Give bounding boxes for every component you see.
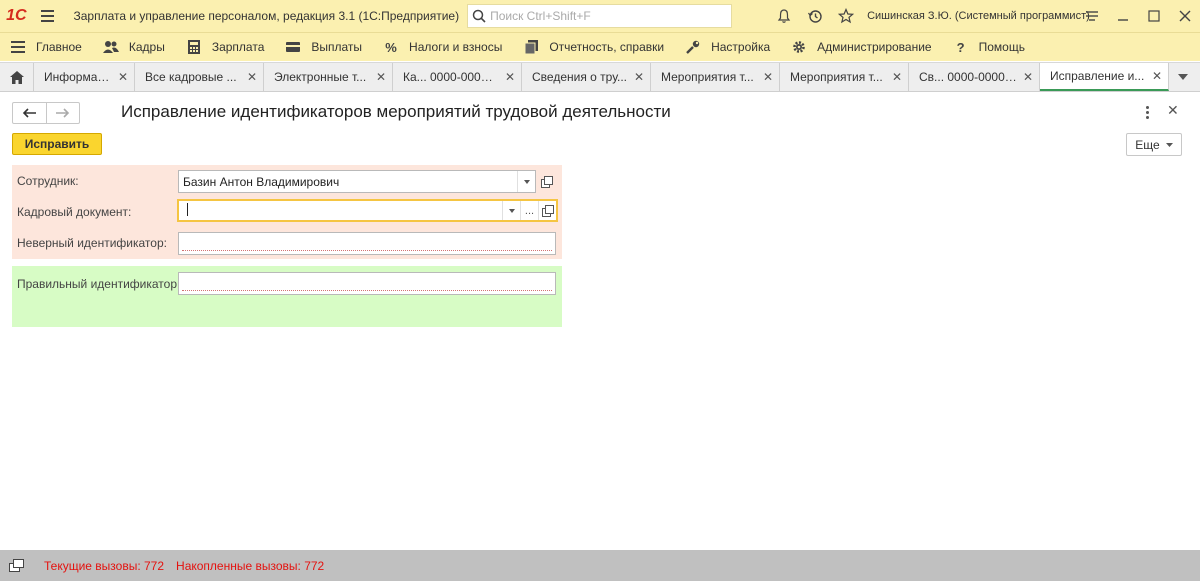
close-form-icon[interactable]: ✕ <box>1167 102 1179 119</box>
title-bar: 1С Зарплата и управление персоналом, ред… <box>0 0 1200 32</box>
more-button[interactable]: Еще <box>1126 133 1182 156</box>
wallet-icon <box>285 39 301 55</box>
tab-window[interactable]: Ка... 0000-000001 ✕ <box>393 63 522 91</box>
gear-icon <box>791 39 807 55</box>
tab-window[interactable]: Мероприятия т... ✕ <box>780 63 909 91</box>
section-label: Настройка <box>711 40 771 54</box>
tab-window-active[interactable]: Исправление и... ✕ <box>1040 63 1169 91</box>
search-input[interactable]: Поиск Ctrl+Shift+F <box>467 4 733 28</box>
tab-window[interactable]: Мероприятия т... ✕ <box>651 63 780 91</box>
hr-document-value <box>179 202 502 219</box>
tab-window[interactable]: Электронные т... ✕ <box>264 63 393 91</box>
close-tab-icon[interactable]: ✕ <box>118 70 128 84</box>
tab-window[interactable]: Сведения о тру... ✕ <box>522 63 651 91</box>
back-arrow-icon[interactable] <box>13 103 46 123</box>
section-main[interactable]: Главное <box>10 33 82 62</box>
people-icon <box>102 39 119 55</box>
tab-window[interactable]: Св... 0000-000001 ✕ <box>909 63 1040 91</box>
close-tab-icon[interactable]: ✕ <box>1152 69 1162 83</box>
1c-logo: 1С <box>6 7 27 24</box>
settings-list-icon[interactable] <box>1077 0 1108 32</box>
section-label: Зарплата <box>211 40 265 54</box>
search-icon <box>472 9 486 23</box>
close-tab-icon[interactable]: ✕ <box>892 70 902 84</box>
close-icon[interactable] <box>1169 0 1200 32</box>
sections-panel: Главное Кадры Зарплата Выплаты % Налоги … <box>0 32 1200 61</box>
star-icon[interactable] <box>830 0 861 32</box>
form-title: Исправление идентификаторов мероприятий … <box>121 102 671 121</box>
section-salary[interactable]: Зарплата <box>186 33 265 62</box>
section-label: Помощь <box>978 40 1025 54</box>
forward-arrow-icon[interactable] <box>45 103 80 123</box>
hr-document-field[interactable]: ... <box>177 199 558 222</box>
close-tab-icon[interactable]: ✕ <box>505 70 515 84</box>
section-label: Выплаты <box>311 40 363 54</box>
section-label: Кадры <box>128 40 165 54</box>
section-label: Отчетность, справки <box>549 40 665 54</box>
section-label: Главное <box>36 40 82 54</box>
question-icon: ? <box>956 39 965 55</box>
correct-id-label: Правильный идентификатор: <box>17 277 181 291</box>
employee-label: Сотрудник: <box>17 174 79 188</box>
windows-icon[interactable] <box>8 558 26 574</box>
hr-document-label: Кадровый документ: <box>17 205 132 219</box>
wrench-icon <box>685 39 701 55</box>
burger-icon <box>10 39 26 55</box>
maximize-icon[interactable] <box>1139 0 1170 32</box>
app-title: Зарплата и управление персоналом, редакц… <box>73 9 460 23</box>
close-tab-icon[interactable]: ✕ <box>1023 70 1033 84</box>
section-label: Налоги и взносы <box>409 40 503 54</box>
section-label: Администрирование <box>817 40 932 54</box>
open-icon[interactable] <box>538 170 556 193</box>
reports-icon <box>523 39 539 55</box>
correct-id-field[interactable] <box>178 272 556 295</box>
calculator-icon <box>186 39 202 55</box>
bell-icon[interactable] <box>769 0 800 32</box>
section-settings[interactable]: Настройка <box>685 33 770 62</box>
tab-window[interactable]: Все кадровые ... ✕ <box>135 63 264 91</box>
open-icon[interactable] <box>538 201 556 220</box>
section-reports[interactable]: Отчетность, справки <box>523 33 664 62</box>
more-actions-icon[interactable] <box>1142 104 1152 120</box>
home-icon <box>9 70 24 84</box>
more-button-label: Еще <box>1135 137 1160 152</box>
open-windows-tabs: Информация ✕ Все кадровые ... ✕ Электронны… <box>0 62 1200 92</box>
section-taxes[interactable]: % Налоги и взносы <box>383 33 502 62</box>
close-tab-icon[interactable]: ✕ <box>376 70 386 84</box>
history-icon[interactable] <box>800 0 831 32</box>
section-payments[interactable]: Выплаты <box>285 33 362 62</box>
tab-window[interactable]: Информация ✕ <box>34 63 135 91</box>
tabs-dropdown-icon[interactable] <box>1169 63 1197 91</box>
percent-icon: % <box>385 39 397 55</box>
minimize-icon[interactable] <box>1108 0 1139 32</box>
employee-value: Базин Антон Владимирович <box>183 174 340 189</box>
dropdown-icon[interactable] <box>502 201 520 220</box>
history-nav <box>12 102 80 124</box>
section-admin[interactable]: Администрирование <box>791 33 932 62</box>
close-tab-icon[interactable]: ✕ <box>247 70 257 84</box>
main-menu-icon[interactable] <box>33 0 62 32</box>
dropdown-icon[interactable] <box>517 171 535 192</box>
wrong-id-label: Неверный идентификатор: <box>17 236 167 250</box>
accumulated-calls: Накопленные вызовы: 772 <box>176 558 325 573</box>
section-help[interactable]: ? Помощь <box>953 33 1025 62</box>
search-placeholder: Поиск Ctrl+Shift+F <box>490 9 591 23</box>
fix-button[interactable]: Исправить <box>12 133 102 155</box>
wrong-id-field[interactable] <box>178 232 556 255</box>
close-tab-icon[interactable]: ✕ <box>634 70 644 84</box>
select-ellipsis-icon[interactable]: ... <box>520 201 538 220</box>
close-tab-icon[interactable]: ✕ <box>763 70 773 84</box>
home-tab[interactable] <box>0 63 34 91</box>
current-calls: Текущие вызовы: 772 <box>44 558 165 573</box>
chevron-down-icon <box>1165 142 1173 147</box>
employee-field[interactable]: Базин Антон Владимирович <box>178 170 536 193</box>
current-user[interactable]: Сишинская З.Ю. (Системный программист) <box>867 10 1090 22</box>
status-bar: Текущие вызовы: 772 Накопленные вызовы: … <box>0 550 1200 581</box>
section-hr[interactable]: Кадры <box>102 33 165 62</box>
